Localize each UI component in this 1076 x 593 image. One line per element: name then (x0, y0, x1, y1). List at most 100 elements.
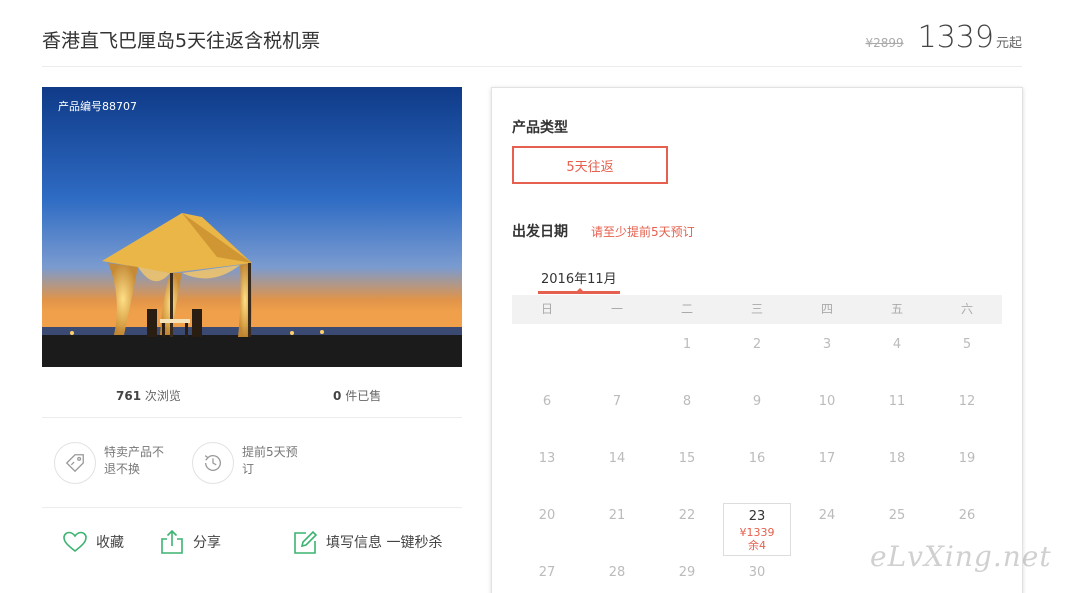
clock-history-icon (192, 442, 234, 484)
weekday-label: 二 (680, 302, 693, 316)
calendar-day-number: 5 (962, 337, 972, 352)
calendar-day-number: 10 (818, 394, 836, 409)
share-button[interactable]: 分享 (159, 524, 221, 560)
calendar-day: 18 (862, 438, 932, 495)
calendar-day: 4 (862, 324, 932, 381)
product-actions: 收藏 分享 填写信息 一键秒杀 (42, 524, 462, 560)
calendar-day-number: 16 (748, 451, 766, 466)
product-code: 产品编号88707 (58, 100, 137, 113)
product-type-label: 产品类型 (512, 120, 568, 136)
calendar-day-number: 23 (748, 509, 766, 524)
booking-panel: 产品类型 5天往返 出发日期 请至少提前5天预订 2016年11月 日 一 二 三 四 五… (491, 87, 1023, 593)
calendar-day-number: 26 (958, 508, 976, 523)
calendar-empty-cell (512, 324, 582, 381)
calendar-day-number: 29 (678, 565, 696, 580)
calendar-day: 20 (512, 495, 582, 552)
calendar-day: 27 (512, 552, 582, 593)
calendar-day-number: 9 (752, 394, 762, 409)
watermark: eLvXing.net (870, 540, 1052, 573)
calendar-day-number: 21 (608, 508, 626, 523)
current-price: 1339 (917, 20, 994, 55)
calendar-day-number: 11 (888, 394, 906, 409)
fill-info-label: 填写信息 一键秒杀 (326, 535, 443, 551)
feature-advance-booking: 提前5天预订 (192, 442, 306, 484)
share-icon (161, 529, 183, 554)
weekday-label: 五 (890, 302, 903, 316)
calendar-day-number: 17 (818, 451, 836, 466)
calendar-day-number: 30 (748, 565, 766, 580)
calendar-day-number: 8 (682, 394, 692, 409)
weekday-label: 三 (750, 302, 763, 316)
sold-stat: 0 件已售 (333, 387, 381, 404)
calendar-day: 21 (582, 495, 652, 552)
feature-no-refund: 特卖产品不退不换 (54, 442, 168, 484)
calendar-day: 6 (512, 381, 582, 438)
calendar-day-number: 15 (678, 451, 696, 466)
caret-up-icon (576, 288, 584, 292)
product-stats: 761 次浏览 0 件已售 (42, 378, 462, 418)
views-count: 761 (116, 389, 142, 403)
calendar-day-number: 14 (608, 451, 626, 466)
calendar-day-stock: 余4 (748, 539, 766, 552)
calendar-day-number: 12 (958, 394, 976, 409)
title-bar: 香港直飞巴厘岛5天往返含税机票 ¥2899 1339 元起 (42, 0, 1022, 67)
calendar-day: 22 (652, 495, 722, 552)
calendar-day: 9 (722, 381, 792, 438)
favorite-button[interactable]: 收藏 (62, 524, 124, 560)
views-label: 次浏览 (144, 389, 181, 403)
date-note: 请至少提前5天预订 (591, 225, 695, 239)
calendar-weekday-header: 日一二三四五六 (512, 295, 1002, 324)
calendar-day-number: 2 (752, 337, 762, 352)
calendar-day-number: 1 (682, 337, 692, 352)
price-suffix: 元起 (995, 36, 1022, 51)
feature-text: 提前5天预订 (242, 445, 298, 476)
price-box: ¥2899 1339 元起 (865, 20, 1022, 55)
calendar-day-number: 7 (612, 394, 622, 409)
calendar-day-number: 19 (958, 451, 976, 466)
calendar-day: 29 (652, 552, 722, 593)
calendar-day-number: 27 (538, 565, 556, 580)
calendar-week-row: 13 14 15 16 17 18 19 (512, 438, 1002, 495)
calendar-day: 30 (722, 552, 792, 593)
calendar-day: 28 (582, 552, 652, 593)
views-stat: 761 次浏览 (116, 387, 181, 404)
share-label: 分享 (193, 535, 221, 551)
calendar-day: 12 (932, 381, 1002, 438)
product-photo: 产品编号88707 (42, 87, 462, 367)
calendar-day: 16 (722, 438, 792, 495)
weekday-label: 一 (610, 302, 623, 316)
heart-icon (63, 531, 87, 553)
product-title: 香港直飞巴厘岛5天往返含税机票 (42, 30, 321, 52)
month-tab[interactable]: 2016年11月 (541, 268, 617, 287)
calendar-day: 10 (792, 381, 862, 438)
feature-text: 特卖产品不退不换 (104, 445, 165, 476)
fill-info-button[interactable]: 填写信息 一键秒杀 (292, 524, 442, 560)
calendar-day: 11 (862, 381, 932, 438)
calendar-day-number: 6 (542, 394, 552, 409)
product-type-option-5-day[interactable]: 5天往返 (512, 146, 668, 184)
sold-label: 件已售 (345, 389, 382, 403)
calendar-week-row: 1 2 3 4 5 (512, 324, 1002, 381)
calendar-day: 1 (652, 324, 722, 381)
calendar-day: 24 (792, 495, 862, 552)
edit-icon (294, 530, 318, 554)
calendar-day: 13 (512, 438, 582, 495)
calendar-day: 17 (792, 438, 862, 495)
departure-date-label: 出发日期 (512, 224, 568, 240)
calendar-day-number: 24 (818, 508, 836, 523)
tag-icon (54, 442, 96, 484)
calendar-week-row: 6 7 8 9 10 11 12 (512, 381, 1002, 438)
original-price: ¥2899 (865, 36, 904, 50)
favorite-label: 收藏 (96, 535, 124, 551)
beach-gazebo-image (42, 87, 462, 367)
weekday-label: 四 (820, 302, 833, 316)
weekday-label: 日 (540, 302, 553, 316)
calendar-day-number: 28 (608, 565, 626, 580)
sold-count: 0 (333, 389, 342, 403)
weekday-label: 六 (960, 302, 973, 316)
calendar-day-available[interactable]: 23 ¥1339 余4 (722, 495, 792, 556)
product-features: 特卖产品不退不换 提前5天预订 (42, 418, 462, 508)
calendar-day-number: 18 (888, 451, 906, 466)
calendar-day-number: 3 (822, 337, 832, 352)
calendar-day: 19 (932, 438, 1002, 495)
